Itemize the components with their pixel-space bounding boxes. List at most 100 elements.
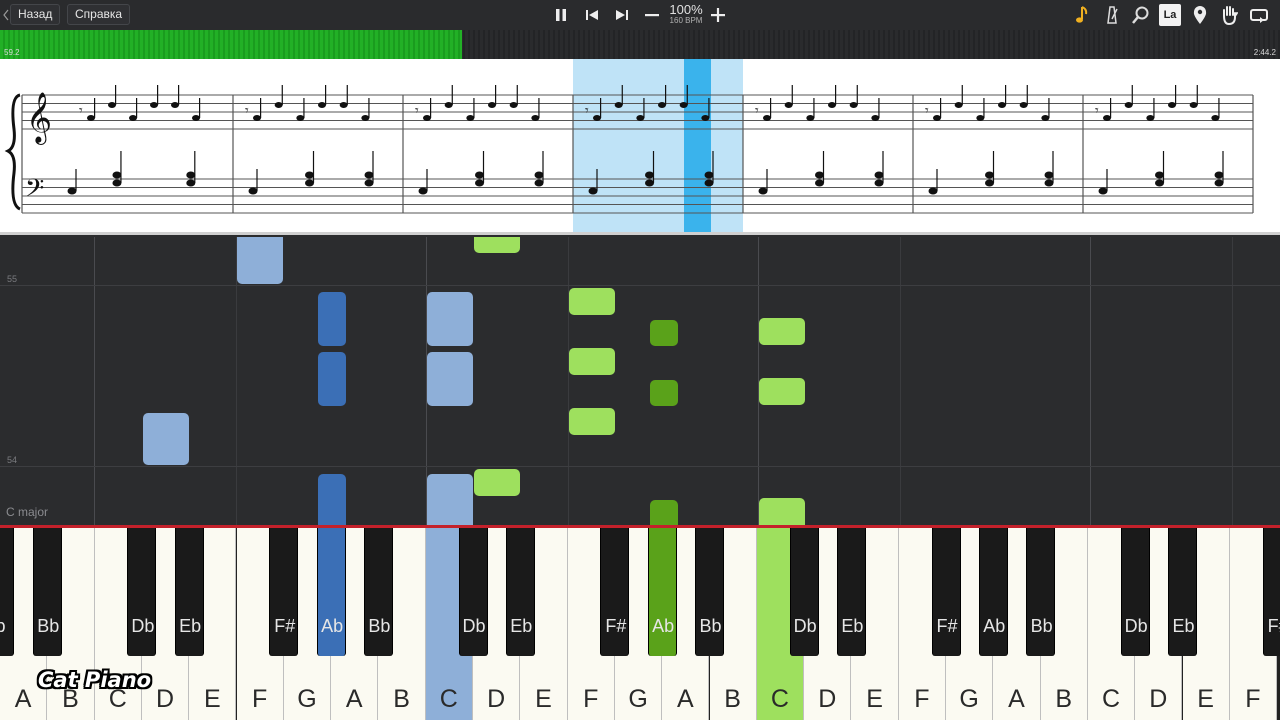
note-head <box>1044 171 1054 179</box>
rest-icon: 𝄾 <box>79 103 83 119</box>
metronome-icon[interactable] <box>1101 4 1123 26</box>
black-key[interactable]: F# <box>600 528 630 656</box>
note-head <box>444 102 453 108</box>
note-head <box>985 179 994 187</box>
right-hand-note <box>759 318 805 345</box>
rest-icon: 𝄾 <box>925 103 929 119</box>
rest-icon: 𝄾 <box>245 103 249 119</box>
plus-icon[interactable] <box>706 4 730 26</box>
progress-bar[interactable]: 59.2 2:44.2 <box>0 30 1280 59</box>
note-head <box>1211 115 1220 121</box>
back-button[interactable]: Назад <box>10 4 61 25</box>
note-head <box>534 171 544 179</box>
total-time: 2:44.2 <box>1253 48 1276 57</box>
note-head <box>534 179 544 187</box>
black-key[interactable]: Bb <box>363 528 393 656</box>
treble-clef-icon: 𝄞 <box>26 92 52 145</box>
search-icon[interactable] <box>1130 4 1152 26</box>
note-head <box>954 102 963 108</box>
note-head <box>475 171 484 179</box>
right-hand-note <box>569 288 615 315</box>
white-key-label: G <box>297 685 317 713</box>
black-key[interactable]: Bb <box>32 528 62 656</box>
note-head <box>186 171 196 179</box>
black-key[interactable]: F# <box>931 528 961 656</box>
black-key[interactable]: Ab <box>978 528 1008 656</box>
black-key[interactable]: Bb <box>695 528 724 656</box>
location-pin-icon[interactable] <box>1189 4 1211 26</box>
left-hand-note <box>143 413 189 465</box>
black-key[interactable]: Db <box>1120 528 1150 656</box>
white-key-label: C <box>439 685 458 713</box>
black-key[interactable]: Ab <box>647 528 677 656</box>
black-key[interactable]: Db <box>127 528 157 656</box>
white-key-label: F <box>252 685 268 713</box>
black-key[interactable]: Bb <box>1026 528 1056 656</box>
black-key-label: b <box>0 616 6 636</box>
black-key-label: F# <box>1267 616 1280 636</box>
right-hand-note <box>474 469 520 496</box>
skip-back-icon[interactable] <box>580 4 604 26</box>
black-key-label: Ab <box>652 616 675 636</box>
note-head <box>1155 179 1164 187</box>
note-head <box>985 171 994 179</box>
white-key-label: D <box>487 685 506 713</box>
note-head <box>112 171 122 179</box>
note-head <box>763 115 771 121</box>
white-key-label: G <box>628 685 648 713</box>
black-key-label: Eb <box>1172 616 1195 636</box>
note-head <box>1214 179 1224 187</box>
left-hand-note <box>427 474 473 527</box>
note-names-icon[interactable]: La <box>1159 4 1181 26</box>
note-head <box>588 187 598 195</box>
left-hand-note <box>427 292 473 346</box>
white-key-label: E <box>1197 685 1214 713</box>
right-hand-note <box>569 408 615 435</box>
note-head <box>1044 179 1054 187</box>
notation-staff: 𝄾 𝄾 𝄾 𝄾 𝄾 𝄾 𝄾 𝄞 𝄢 <box>4 59 1254 232</box>
right-hand-note <box>759 498 805 527</box>
black-key[interactable]: Db <box>789 528 819 656</box>
right-hand-note <box>569 348 615 375</box>
black-key[interactable]: b <box>0 528 14 656</box>
black-key-label: Bb <box>368 616 391 636</box>
skip-forward-icon[interactable] <box>610 4 634 26</box>
tempo-bpm: 160 BPM <box>669 16 703 25</box>
piano-keyboard[interactable]: A B C D E F G A B C D E F G A B C D E F G A B C D E Fb Bb Db Eb F# Ab Bb… <box>0 528 1280 720</box>
black-key[interactable]: Eb <box>174 528 204 656</box>
minus-icon[interactable] <box>640 4 664 26</box>
right-hand-note <box>474 237 520 253</box>
note-head <box>593 115 601 121</box>
black-key-label: Db <box>1124 616 1148 636</box>
loop-icon[interactable] <box>1248 4 1270 26</box>
note-head <box>364 179 374 187</box>
note-head <box>645 171 654 179</box>
right-hand-note <box>650 500 678 527</box>
note-icon[interactable] <box>1071 4 1093 26</box>
measure-number: 55 <box>7 274 18 284</box>
black-key-label: Eb <box>841 616 864 636</box>
note-head <box>1019 102 1028 108</box>
note-head <box>129 115 137 121</box>
note-head <box>1168 102 1176 108</box>
note-head <box>806 115 815 121</box>
pause-icon[interactable] <box>549 4 573 26</box>
note-head <box>248 187 258 195</box>
black-key[interactable]: Eb <box>836 528 866 656</box>
black-key[interactable]: Ab <box>316 528 346 656</box>
note-head <box>933 115 941 121</box>
sheet-music[interactable]: 𝄾 𝄾 𝄾 𝄾 𝄾 𝄾 𝄾 𝄞 𝄢 <box>0 59 1280 235</box>
note-head <box>1189 102 1198 108</box>
help-button[interactable]: Справка <box>67 4 131 25</box>
black-key[interactable]: Eb <box>1168 528 1197 656</box>
black-key[interactable]: Eb <box>505 528 535 656</box>
white-key-label: F <box>583 685 599 713</box>
hand-icon[interactable] <box>1218 4 1240 26</box>
black-key[interactable]: F# <box>269 528 299 656</box>
grid-line <box>900 237 901 527</box>
measure-number: 54 <box>7 455 18 465</box>
black-key-label: F# <box>936 616 958 636</box>
black-key[interactable]: Db <box>458 528 488 656</box>
left-hand-note <box>318 474 346 527</box>
black-key[interactable]: F# <box>1262 528 1280 656</box>
